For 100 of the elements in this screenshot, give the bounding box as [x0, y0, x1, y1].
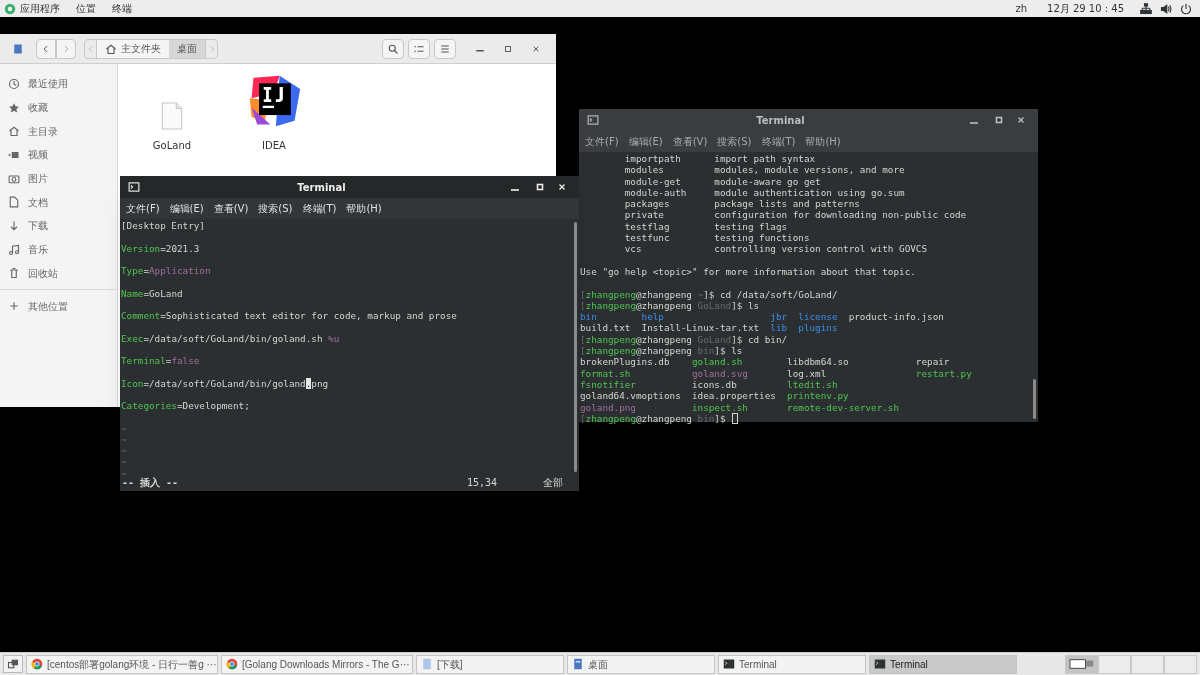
terminal-line: Name=GoLand	[121, 287, 183, 301]
trash-icon	[8, 267, 20, 280]
terminal-line: Type=Application	[121, 265, 211, 278]
terminal-line: modules modules, module versions, and more	[623, 164, 905, 176]
menu-item[interactable]: 帮助(H)	[346, 201, 382, 216]
cursor-position: 15,34	[466, 475, 497, 490]
maximize-icon	[535, 182, 545, 192]
sidebar-icon	[12, 42, 24, 55]
menu-item[interactable]: 搜索(S)	[258, 201, 293, 216]
minimize-icon	[476, 50, 484, 52]
sidebar-item[interactable]: 回收站	[0, 261, 117, 286]
menu-item[interactable]: 查看(V)	[672, 134, 708, 149]
download-icon	[8, 219, 20, 232]
file-name: IDEA	[262, 139, 286, 153]
terminal-line: testfunc testing functions	[623, 232, 810, 244]
terminal-line: module-get module-aware go get	[623, 175, 821, 187]
sidebar-item[interactable]: 文档	[0, 190, 117, 215]
window-title: Terminal	[296, 180, 347, 195]
star-icon	[8, 101, 20, 114]
terminal-line: testflag testing flags	[623, 220, 788, 233]
view-button[interactable]	[408, 38, 430, 59]
file-item[interactable]: IDEA	[248, 72, 300, 153]
show-desktop-button[interactable]	[3, 655, 23, 673]
terminal-line: packages package lists and patterns	[623, 198, 860, 210]
menu-item[interactable]: 帮助(H)	[805, 134, 841, 149]
sidebar-item[interactable]: 图片	[0, 166, 117, 191]
scroll-position: 全部	[543, 475, 563, 490]
menu-icon	[439, 42, 451, 55]
terminal-line: Exec=/data/soft/GoLand/bin/goland.sh %u	[121, 332, 340, 346]
back-button[interactable]	[36, 38, 56, 59]
menu-item[interactable]: 文件(F)	[585, 134, 619, 149]
close-icon	[531, 43, 541, 54]
terminal-line: Categories=Development;	[121, 400, 250, 413]
terminal-icon	[874, 658, 886, 670]
sidebar-item[interactable]: 收藏	[0, 95, 117, 120]
terminal-line: build.txt Install-Linux-tar.txt lib plugins	[580, 322, 838, 334]
maximize-icon	[994, 115, 1004, 125]
terminal-line: bin help jbr license product-info.json	[580, 311, 944, 323]
search-button[interactable]	[382, 38, 404, 59]
window-title: Terminal	[755, 113, 806, 128]
terminal-line: format.sh goland.svg log.xml restart.py	[580, 367, 972, 379]
folder-icon	[421, 658, 433, 670]
menu-button[interactable]	[434, 38, 456, 59]
path-segment[interactable]: 桌面	[169, 39, 205, 58]
sidebar-item[interactable]: 最近使用	[0, 72, 117, 96]
terminal-line: goland64.vmoptions idea.properties printenv.py	[580, 390, 849, 402]
back-icon	[41, 43, 51, 54]
terminal-line: module-auth module authentication using go.sum	[623, 186, 905, 199]
terminal-line: fsnotifier icons.db ltedit.sh	[580, 378, 838, 391]
minimize-icon	[970, 122, 978, 124]
taskbar-item[interactable]: 桌面	[567, 654, 715, 674]
scrollbar-thumb[interactable]	[1032, 379, 1036, 419]
terminal-line: [Desktop Entry]	[121, 220, 205, 233]
home-icon	[105, 42, 117, 55]
empty-line-marker: ~	[121, 456, 127, 468]
language-indicator[interactable]: zh	[1015, 1, 1027, 16]
terminal-line: Icon=/data/soft/GoLand/bin/goland.png	[121, 377, 329, 391]
file-name: GoLand	[152, 139, 192, 153]
browser-icon	[31, 658, 43, 670]
taskbar-item[interactable]: Terminal	[718, 654, 866, 674]
sidebar-item[interactable]: 下载	[0, 214, 117, 238]
workspace-button[interactable]	[1065, 654, 1098, 674]
menu-item[interactable]: 文件(F)	[126, 201, 160, 216]
menu-item[interactable]: 搜索(S)	[717, 134, 752, 149]
forward-icon	[61, 43, 71, 54]
menu-item[interactable]: 终端(T)	[302, 201, 337, 216]
taskbar-item[interactable]: [centos部署golang环境 - 日行一善g ···	[26, 654, 218, 674]
terminal-icon	[587, 114, 599, 126]
terminal-line: Use "go help <topic>" for more information about that topic.	[580, 265, 916, 278]
path-segment[interactable]: 主文件夹	[97, 39, 169, 58]
taskbar-item[interactable]: Terminal	[869, 654, 1017, 674]
forward-button[interactable]	[56, 38, 76, 59]
network-icon	[1140, 2, 1152, 15]
sidebar-item[interactable]: 视频	[0, 143, 117, 167]
terminal-line: [zhangpeng@zhangpeng ~]$ cd /data/soft/GoLand/	[580, 288, 838, 300]
clock[interactable]: 12月 29 10 : 45	[1047, 1, 1124, 16]
scrollbar-thumb[interactable]	[573, 222, 577, 472]
clock-icon	[8, 77, 20, 90]
taskbar-item[interactable]: [下载]	[416, 654, 564, 674]
sidebar-item[interactable]: 其他位置	[0, 294, 117, 319]
file-item[interactable]: GoLand	[146, 72, 198, 153]
menu-item[interactable]: 编辑(E)	[169, 201, 204, 216]
sidebar-item[interactable]: 音乐	[0, 237, 117, 262]
taskbar-item[interactable]: [Golang Downloads Mirrors - The G···	[221, 654, 413, 674]
file-icon	[161, 102, 183, 130]
home-icon	[8, 125, 20, 138]
menu-item[interactable]: 查看(V)	[213, 201, 249, 216]
top-menu[interactable]: 终端	[112, 1, 132, 16]
close-icon	[557, 182, 567, 192]
top-menu[interactable]: 应用程序	[20, 1, 60, 16]
camera-icon	[8, 172, 20, 185]
terminal-line: brokenPlugins.db goland.sh libdbm64.so repair	[580, 356, 950, 368]
menu-item[interactable]: 终端(T)	[761, 134, 796, 149]
terminal-icon	[128, 181, 140, 193]
empty-line-marker: ~	[121, 422, 127, 434]
menu-item[interactable]: 编辑(E)	[628, 134, 663, 149]
terminal-line: importpath import path syntax	[623, 153, 816, 165]
sidebar-item[interactable]: 主目录	[0, 119, 117, 144]
top-menu[interactable]: 位置	[76, 1, 96, 16]
terminal-line: Terminal=false	[121, 355, 200, 368]
